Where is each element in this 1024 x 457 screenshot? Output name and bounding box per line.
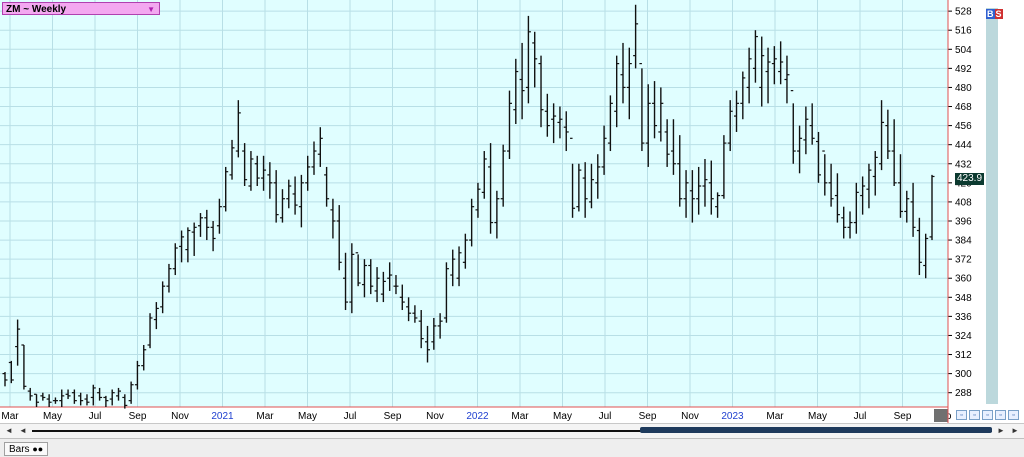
time-scrollbar[interactable]: ◄ ◄ ► ► xyxy=(0,423,1024,438)
link-icon: ●● xyxy=(32,444,44,454)
bars-tab-label: Bars xyxy=(9,444,30,455)
scroll-right-icon[interactable]: ▫ xyxy=(995,410,1006,420)
x-tick-label: Sep xyxy=(384,411,402,422)
x-tick-label: Jul xyxy=(344,411,357,422)
y-tick-label: 408 xyxy=(955,197,972,208)
right-strip xyxy=(986,8,998,404)
x-tick-label: May xyxy=(298,411,317,422)
buy-badge[interactable]: B xyxy=(986,9,995,19)
scroll-left-icon[interactable]: ▫ xyxy=(982,410,993,420)
scroll-back-icon[interactable]: ◄ xyxy=(18,426,28,435)
y-tick-label: 324 xyxy=(955,331,972,342)
x-tick-label: May xyxy=(43,411,62,422)
y-tick-label: 288 xyxy=(955,388,972,399)
x-axis-highlight xyxy=(934,409,948,422)
scroll-last-icon[interactable]: ► xyxy=(1010,426,1020,435)
x-tick-label: Mar xyxy=(766,411,784,422)
scroll-forward-icon[interactable]: ► xyxy=(996,426,1006,435)
chart-window: 2883003123243363483603723843964084204324… xyxy=(0,0,1024,457)
y-tick-label: 384 xyxy=(955,236,972,247)
zoom-in-icon[interactable]: ▫ xyxy=(956,410,967,420)
y-tick-label: 504 xyxy=(955,45,972,56)
x-tick-label: Sep xyxy=(129,411,147,422)
symbol-selector[interactable]: ZM ~ Weekly ▼ xyxy=(2,2,160,15)
x-tick-label: 2023 xyxy=(721,411,744,422)
y-tick-label: 360 xyxy=(955,274,972,285)
x-tick-label: May xyxy=(553,411,572,422)
buy-sell-badge[interactable]: BS xyxy=(986,9,1003,19)
current-price-label: 423.9 xyxy=(955,173,985,185)
x-tick-label: Sep xyxy=(894,411,912,422)
y-tick-label: 396 xyxy=(955,216,972,227)
x-tick-label: May xyxy=(808,411,827,422)
x-tick-label: Mar xyxy=(1,411,19,422)
sell-badge[interactable]: S xyxy=(994,9,1003,19)
dropdown-caret-icon: ▼ xyxy=(147,5,155,14)
y-tick-label: 492 xyxy=(955,64,972,75)
y-tick-label: 312 xyxy=(955,350,972,361)
y-tick-label: 372 xyxy=(955,255,972,266)
y-tick-label: 444 xyxy=(955,140,972,151)
scroll-thumb[interactable] xyxy=(640,427,992,433)
x-tick-label: Jul xyxy=(89,411,102,422)
x-tick-label: 2022 xyxy=(466,411,489,422)
y-tick-label: 528 xyxy=(955,7,972,18)
plot-area xyxy=(0,0,948,407)
x-tick-label: Mar xyxy=(511,411,529,422)
y-tick-label: 300 xyxy=(955,369,972,380)
x-tick-label: Mar xyxy=(256,411,274,422)
status-bar: Bars ●● xyxy=(0,438,1024,457)
y-tick-label: 468 xyxy=(955,102,972,113)
chart-canvas[interactable]: 2883003123243363483603723843964084204324… xyxy=(0,0,1024,456)
y-tick-label: 480 xyxy=(955,83,972,94)
scroll-first-icon[interactable]: ◄ xyxy=(4,426,14,435)
y-tick-label: 348 xyxy=(955,293,972,304)
y-tick-label: 336 xyxy=(955,312,972,323)
reset-view-icon[interactable]: ▫ xyxy=(1008,410,1019,420)
y-tick-label: 516 xyxy=(955,26,972,37)
x-tick-label: Nov xyxy=(426,411,444,422)
x-tick-label: Sep xyxy=(639,411,657,422)
x-tick-label: Jul xyxy=(599,411,612,422)
symbol-label: ZM ~ Weekly xyxy=(6,4,67,15)
x-tick-label: Nov xyxy=(681,411,699,422)
bars-tab[interactable]: Bars ●● xyxy=(4,442,49,456)
y-tick-label: 432 xyxy=(955,159,972,170)
x-tick-label: 2021 xyxy=(211,411,234,422)
x-tick-label: Jul xyxy=(854,411,867,422)
x-tick-label: Nov xyxy=(171,411,189,422)
y-tick-label: 456 xyxy=(955,121,972,132)
zoom-out-icon[interactable]: ▫ xyxy=(969,410,980,420)
